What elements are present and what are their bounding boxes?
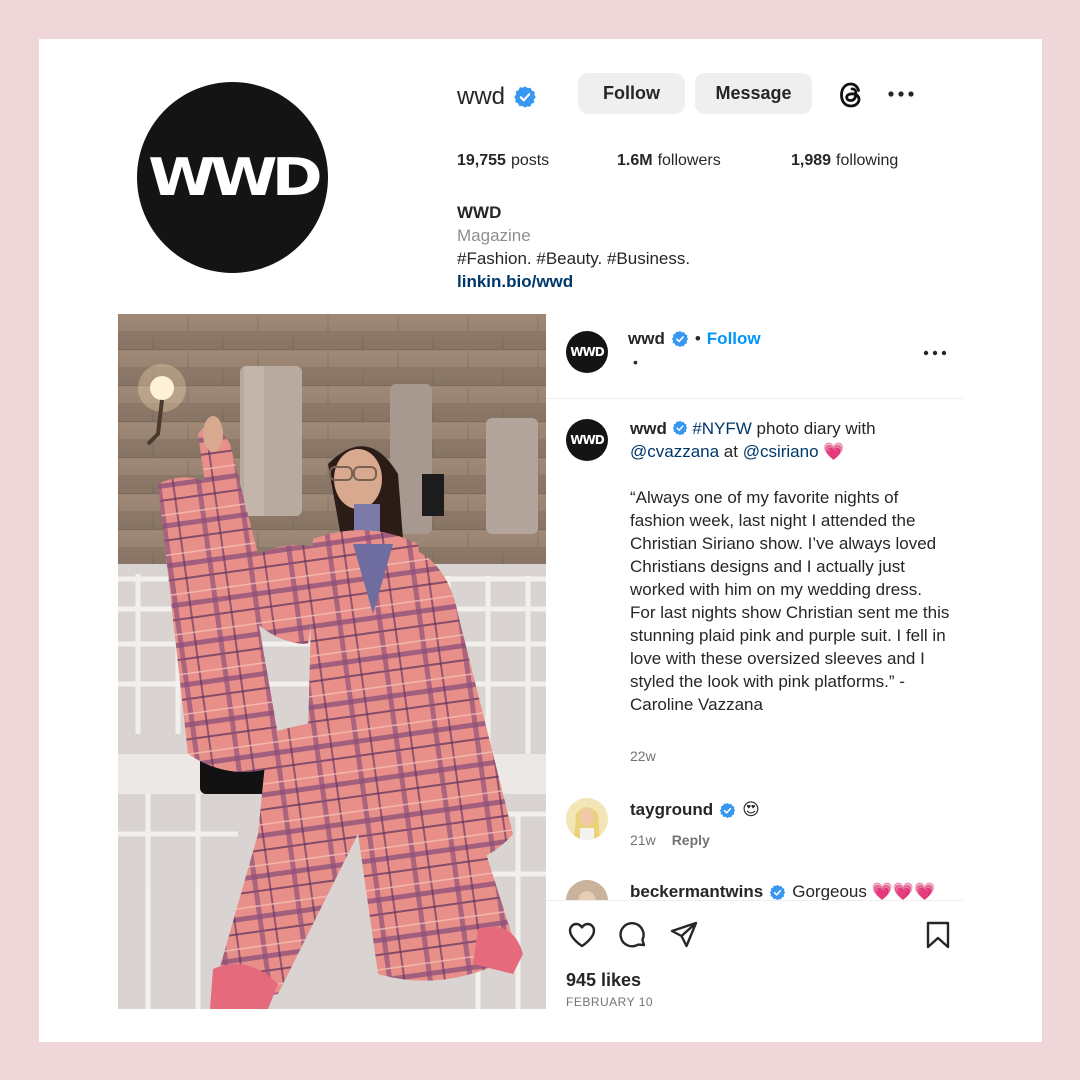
- profile-avatar[interactable]: WWD: [137, 82, 328, 273]
- profile-bio: WWD Magazine #Fashion. #Beauty. #Busines…: [457, 201, 690, 293]
- profile-username[interactable]: wwd: [457, 83, 505, 111]
- post-actions: 945 likes FEBRUARY 10: [546, 900, 963, 1009]
- caption-mention-cvazzana[interactable]: @cvazzana: [630, 442, 719, 461]
- following-label: following: [836, 152, 899, 169]
- followers-label: followers: [657, 152, 721, 169]
- caption-time: 22w: [630, 748, 656, 764]
- bookmark-icon[interactable]: [922, 919, 954, 951]
- verified-badge-icon: [672, 420, 687, 436]
- comment-avatar[interactable]: [566, 880, 608, 900]
- comment-1-time: 21w: [630, 832, 656, 848]
- comment-avatar[interactable]: [566, 798, 608, 840]
- comment-1-text: 😍: [742, 800, 760, 819]
- likes-count[interactable]: 945 likes: [566, 970, 641, 991]
- post-photo-illustration: [118, 314, 546, 1009]
- posts-label: posts: [510, 152, 550, 169]
- comment-avatar-image: [566, 880, 608, 900]
- share-icon[interactable]: [668, 919, 700, 951]
- post-photo[interactable]: [118, 314, 546, 1009]
- post-author-avatar-logo: WWD: [570, 345, 604, 359]
- caption-body: “Always one of my favorite nights of fas…: [630, 488, 955, 714]
- stat-followers[interactable]: 1.6M followers: [617, 152, 721, 170]
- comment-2-text: Gorgeous 💗💗💗: [792, 882, 936, 900]
- comment-avatar-image: [566, 798, 608, 840]
- bio-text: #Fashion. #Beauty. #Business.: [457, 249, 691, 268]
- comments-list[interactable]: WWD wwd #NYFW photo diary with @cvazzana…: [546, 400, 963, 900]
- caption-text-1: photo diary with: [751, 419, 881, 438]
- caption-username[interactable]: wwd: [630, 419, 667, 438]
- post-side-panel: WWD wwd • Follow • WWD wwd #NYFW photo d…: [546, 314, 963, 1009]
- post-author-avatar[interactable]: WWD: [566, 331, 608, 373]
- header-separator: •: [694, 329, 701, 348]
- caption-hashtag[interactable]: #NYFW: [692, 419, 752, 438]
- post-follow-button[interactable]: Follow: [707, 329, 761, 349]
- pink-heart-emoji: 💗: [823, 442, 845, 461]
- profile-avatar-logo: WWD: [148, 147, 323, 208]
- stat-posts: 19,755 posts: [457, 152, 549, 170]
- comment-1-username[interactable]: tayground: [630, 800, 713, 820]
- caption-author-avatar-logo: WWD: [570, 433, 604, 447]
- post-card: WWD wwd Follow Message 19,755 posts 1.6M…: [39, 39, 1042, 1042]
- caption-text-2: at: [719, 442, 743, 461]
- bio-category: Magazine: [457, 226, 531, 245]
- caption-mention-csiriano[interactable]: @csiriano: [743, 442, 819, 461]
- more-options-icon[interactable]: [922, 340, 948, 366]
- profile-username-row: wwd: [457, 80, 537, 114]
- comment-2-username[interactable]: beckermantwins: [630, 882, 763, 900]
- stat-following[interactable]: 1,989 following: [791, 152, 898, 170]
- comment-2: beckermantwins Gorgeous 💗💗💗: [630, 882, 935, 900]
- post-author-row: wwd • Follow: [628, 329, 761, 349]
- following-count: 1,989: [791, 152, 832, 169]
- post-date: FEBRUARY 10: [566, 995, 654, 1009]
- verified-badge-icon: [770, 884, 786, 900]
- heart-icon[interactable]: [566, 919, 598, 951]
- comment-1: tayground 😍: [630, 800, 760, 820]
- verified-badge-icon: [671, 330, 688, 348]
- caption-author-avatar[interactable]: WWD: [566, 419, 608, 461]
- bio-link[interactable]: linkin.bio/wwd: [457, 270, 690, 293]
- header-subline: •: [633, 354, 638, 370]
- comment-1-meta: 21w Reply: [630, 832, 710, 848]
- verified-badge-icon: [514, 86, 536, 108]
- comment-icon[interactable]: [617, 919, 649, 951]
- post-caption: wwd #NYFW photo diary with @cvazzana at …: [630, 417, 950, 716]
- bio-name: WWD: [457, 203, 502, 222]
- followers-count: 1.6M: [617, 152, 653, 169]
- comment-1-reply-button[interactable]: Reply: [672, 832, 710, 848]
- verified-badge-icon: [719, 802, 736, 818]
- post-header: WWD wwd • Follow •: [546, 314, 963, 399]
- posts-count: 19,755: [457, 152, 506, 169]
- more-options-icon[interactable]: [886, 79, 916, 109]
- threads-icon[interactable]: [835, 79, 867, 111]
- profile-message-button[interactable]: Message: [695, 73, 812, 114]
- post-author-username[interactable]: wwd: [628, 329, 665, 349]
- profile-follow-button[interactable]: Follow: [578, 73, 685, 114]
